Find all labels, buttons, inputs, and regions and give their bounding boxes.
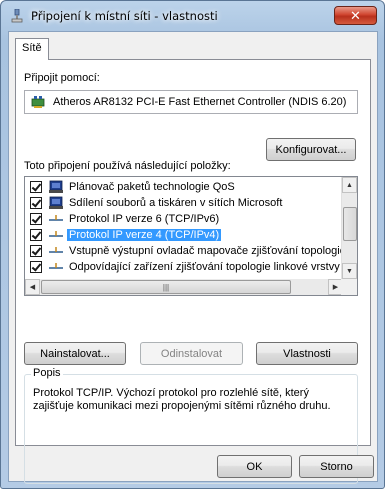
install-button[interactable]: Nainstalovat... [24,342,126,365]
scroll-grip-icon: ||| [162,282,170,292]
close-button[interactable]: ✕ [334,6,377,25]
network-connection-icon [11,9,23,23]
network-adapter-icon [31,96,45,108]
description-text: Protokol TCP/IP. Výchozí protokol pro ro… [33,387,331,412]
adapter-name: Atheros AR8132 PCI-E Fast Ethernet Contr… [53,96,347,108]
configure-button[interactable]: Konfigurovat... [266,138,356,161]
qos-scheduler-icon [49,180,63,193]
item-checkbox[interactable] [30,181,42,193]
items-label: Toto připojení používá následující polož… [24,160,231,172]
vertical-scrollbar[interactable]: ▲ ▼ [341,177,357,279]
item-label: Protokol IP verze 6 (TCP/IPv6) [69,213,220,225]
scroll-down-arrow-icon[interactable]: ▼ [342,263,357,279]
scroll-up-arrow-icon[interactable]: ▲ [342,177,357,193]
list-item[interactable]: Plánovač paketů technologie QoS [25,179,343,195]
horizontal-scrollbar[interactable]: ◀ ||| ▶ [25,279,343,295]
adapter-field: Atheros AR8132 PCI-E Fast Ethernet Contr… [24,90,358,114]
network-protocol-icon [49,231,63,237]
uninstall-button[interactable]: Odinstalovat [140,342,243,365]
item-label: Plánovač paketů technologie QoS [69,181,235,193]
title-bar[interactable]: Připojení k místní síti - vlastnosti ✕ [1,1,384,31]
tab-networking[interactable]: Sítě [15,38,49,60]
list-item[interactable]: Sdílení souborů a tiskáren v sítích Micr… [25,195,343,211]
close-icon: ✕ [350,7,361,23]
list-item[interactable]: Odpovídající zařízení zjišťování topolog… [25,259,343,275]
properties-button[interactable]: Vlastnosti [256,342,358,365]
list-item[interactable]: Protokol IP verze 6 (TCP/IPv6) [25,211,343,227]
properties-dialog: Připojení k místní síti - vlastnosti ✕ S… [0,0,385,489]
list-item[interactable]: Vstupně výstupní ovladač mapovače zjišťo… [25,243,346,259]
horizontal-scroll-thumb[interactable]: ||| [41,280,291,294]
tab-panel: Připojit pomocí: Atheros AR8132 PCI-E Fa… [15,59,371,484]
window-title: Připojení k místní síti - vlastnosti [31,9,218,23]
dialog-client-area: Sítě Připojit pomocí: Atheros AR8132 PCI… [8,31,378,484]
item-label: Protokol IP verze 4 (TCP/IPv4) [67,229,222,241]
network-protocol-icon [49,247,63,253]
item-checkbox[interactable] [30,261,42,273]
description-legend: Popis [31,367,63,379]
cancel-button[interactable]: Storno [299,455,374,478]
components-list[interactable]: Plánovač paketů technologie QoS Sdílení … [24,176,358,296]
item-checkbox[interactable] [30,213,42,225]
network-protocol-icon [49,263,63,269]
list-item[interactable]: Protokol IP verze 4 (TCP/IPv4) [25,227,343,243]
item-checkbox[interactable] [30,197,42,209]
connect-using-label: Připojit pomocí: [24,72,100,84]
file-sharing-icon [49,196,63,209]
item-checkbox[interactable] [30,245,42,257]
network-protocol-icon [49,215,63,221]
item-checkbox[interactable] [30,229,42,241]
scrollbar-corner [341,279,357,295]
ok-button[interactable]: OK [217,455,292,478]
item-label: Vstupně výstupní ovladač mapovače zjišťo… [69,245,346,257]
item-label: Odpovídající zařízení zjišťování topolog… [69,261,340,273]
vertical-scroll-thumb[interactable] [343,207,357,241]
scroll-left-arrow-icon[interactable]: ◀ [25,279,40,295]
item-label: Sdílení souborů a tiskáren v sítích Micr… [69,197,283,209]
